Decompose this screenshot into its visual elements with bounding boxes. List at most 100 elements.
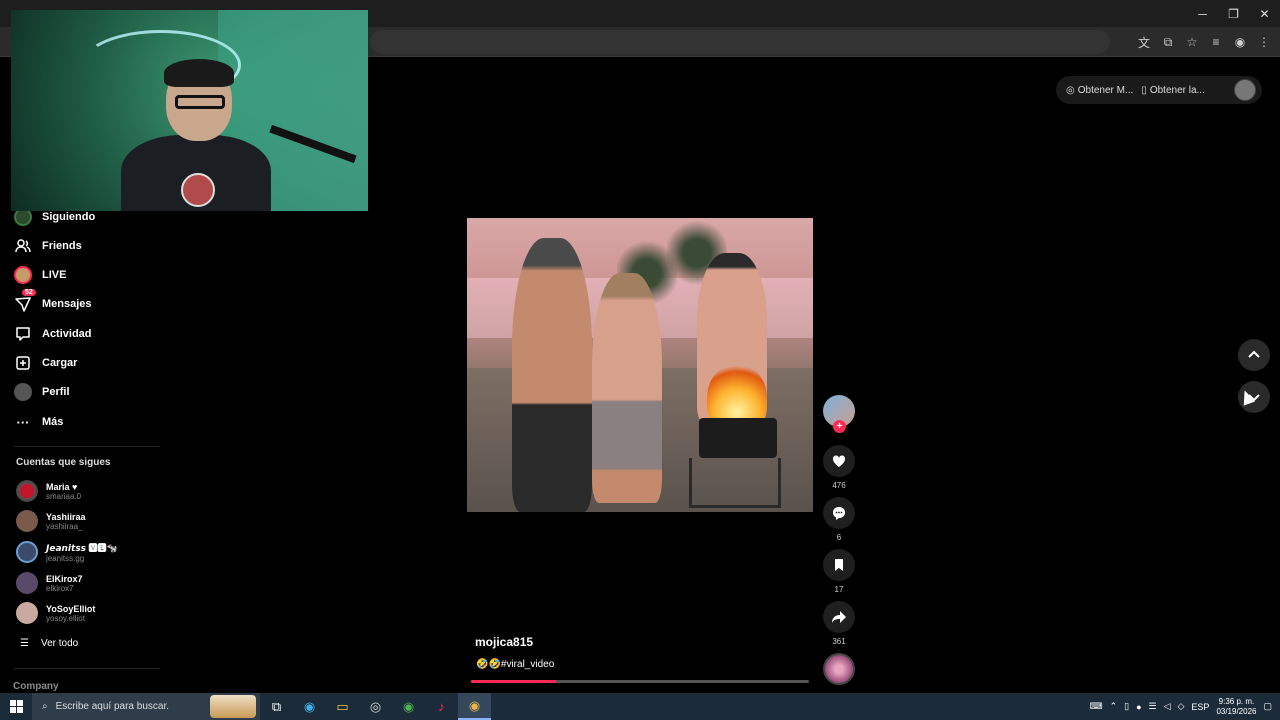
account-name: Maria ♥ [46, 481, 78, 492]
account-item[interactable]: 𝙅𝙚𝙖𝙣𝙞𝙩𝙨𝙨 🆅🅴🐄 jeanitss.gg [16, 541, 118, 563]
account-avatar [16, 602, 38, 624]
account-item[interactable]: Maria ♥ smariaa.0 [16, 480, 81, 502]
browser-menu-icon[interactable]: ⋮ [1254, 32, 1274, 52]
share-arrow-icon [832, 611, 846, 623]
save-button[interactable] [823, 549, 855, 581]
account-avatar [16, 480, 38, 502]
system-tray: ⌨ ⌃ ▯ ● ☰ ◁ ◇ ESP 9:36 p. m. 03/19/2026 … [1090, 693, 1280, 720]
upload-icon [14, 354, 32, 372]
sidebar-item-perfil[interactable]: Perfil [14, 381, 70, 403]
account-name: 𝙅𝙚𝙖𝙣𝙞𝙩𝙨𝙨 🆅🅴🐄 [46, 543, 118, 553]
video-progress-fill [471, 680, 556, 683]
taskbar-search[interactable]: ⌕ Escribe aquí para buscar. [32, 693, 260, 720]
like-button[interactable] [823, 445, 855, 477]
chrome-icon[interactable]: ◉ [392, 693, 425, 720]
like-count: 476 [832, 481, 846, 490]
video-grill [699, 418, 777, 458]
window-controls: ─ ❐ ✕ [1187, 0, 1280, 27]
action-center-icon[interactable]: ▢ [1263, 701, 1272, 712]
get-coins-button[interactable]: ◎ Obtener M... [1066, 85, 1133, 96]
network-device-icon[interactable]: ▯ [1124, 701, 1129, 712]
clock[interactable]: 9:36 p. m. 03/19/2026 [1216, 697, 1256, 717]
activity-icon [14, 325, 32, 343]
sidebar-item-label: Actividad [42, 328, 92, 340]
chevron-up-icon [1248, 350, 1260, 358]
follow-button[interactable]: + [833, 420, 846, 433]
phone-icon: ▯ [1141, 84, 1147, 96]
install-app-icon[interactable]: ⧉ [1158, 32, 1178, 52]
volume-icon[interactable]: ◁ [1164, 701, 1171, 712]
shirt-logo [181, 173, 215, 207]
profile-icon[interactable]: ◉ [1230, 32, 1250, 52]
language-indicator[interactable]: ESP [1191, 702, 1209, 712]
video-player[interactable] [467, 218, 813, 512]
clock-time: 9:36 p. m. [1218, 696, 1255, 706]
sidebar-divider [14, 668, 160, 669]
account-item[interactable]: Yashiiraa yashiiraa_ [16, 510, 86, 532]
notification-icon[interactable]: ◇ [1178, 701, 1185, 712]
sidebar-item-cargar[interactable]: Cargar [14, 352, 77, 374]
microphone-icon[interactable]: ● [1136, 702, 1141, 712]
restore-button[interactable]: ❐ [1218, 0, 1249, 27]
account-username: smariaa.0 [46, 491, 82, 501]
sidebar-item-actividad[interactable]: Actividad [14, 323, 92, 345]
comment-icon [833, 507, 845, 520]
previous-video-button[interactable] [1238, 339, 1270, 371]
bookmark-star-icon[interactable]: ☆ [1182, 32, 1202, 52]
sidebar-item-label: Más [42, 416, 64, 428]
music-disc[interactable] [823, 653, 855, 685]
file-explorer-icon[interactable]: ▭ [326, 693, 359, 720]
get-coins-label: Obtener M... [1077, 84, 1134, 96]
sidebar-item-label: Friends [42, 240, 82, 252]
video-person [592, 273, 662, 503]
user-avatar[interactable] [1234, 79, 1256, 101]
sidebar-item-mas[interactable]: ··· Más [14, 411, 64, 433]
account-item[interactable]: YoSoyElliot yosoy.elliot [16, 602, 95, 624]
video-caption: 🤣🤣#viral_video [476, 659, 555, 670]
account-username: yosoy.elliot [46, 613, 85, 623]
close-button[interactable]: ✕ [1249, 0, 1280, 27]
video-progress-bar[interactable] [471, 680, 809, 683]
video-author[interactable]: mojica815 [475, 635, 533, 649]
edge-icon[interactable]: ◉ [293, 693, 326, 720]
profile-avatar-icon [14, 383, 32, 401]
friends-icon [14, 237, 32, 255]
media-control-icon[interactable]: ≡ [1206, 32, 1226, 52]
search-icon: ⌕ [42, 701, 48, 712]
account-item[interactable]: ElKirox7 elkirox7 [16, 572, 83, 594]
sidebar-item-label: Cargar [42, 357, 78, 369]
keyboard-icon[interactable]: ⌨ [1090, 701, 1103, 712]
comment-button[interactable] [823, 497, 855, 529]
tiktok-icon[interactable]: ♪ [425, 693, 458, 720]
live-avatar-icon [14, 266, 32, 284]
obs-icon[interactable]: ◎ [359, 693, 392, 720]
list-icon: ☰ [20, 638, 29, 649]
wifi-icon[interactable]: ☰ [1149, 701, 1157, 712]
tray-expand-icon[interactable]: ⌃ [1110, 701, 1118, 712]
sidebar-item-mensajes[interactable]: 52 Mensajes [14, 289, 92, 315]
start-button[interactable] [0, 693, 32, 720]
account-username: jeanitss.gg [46, 554, 85, 563]
see-all-label: Ver todo [40, 638, 79, 649]
address-bar[interactable] [370, 30, 1110, 54]
sidebar-item-label: Perfil [42, 386, 70, 398]
share-button[interactable] [823, 601, 855, 633]
account-username: yashiiraa_ [46, 521, 83, 531]
clock-date: 03/19/2026 [1216, 706, 1257, 716]
chrome-active-icon[interactable]: ◉ [458, 693, 491, 720]
sidebar-item-friends[interactable]: Friends [14, 235, 82, 257]
sidebar-item-label: Mensajes [42, 298, 92, 310]
see-all-button[interactable]: ☰ Ver todo [20, 638, 78, 649]
save-count: 17 [834, 585, 844, 594]
translate-icon[interactable]: 文 [1134, 32, 1154, 52]
windows-taskbar: ⌕ Escribe aquí para buscar. ⧉ ◉ ▭ ◎ ◉ ♪ … [0, 693, 1280, 720]
heart-icon [832, 455, 846, 467]
company-link[interactable]: Company [13, 681, 59, 692]
minimize-button[interactable]: ─ [1187, 0, 1218, 27]
get-app-button[interactable]: ▯ Obtener la... [1141, 85, 1205, 96]
toolbar-icons: 文 ⧉ ☆ ≡ ◉ ⋮ [1134, 32, 1274, 52]
sidebar-item-live[interactable]: LIVE [14, 264, 66, 286]
account-name: ElKirox7 [46, 573, 83, 584]
task-view-icon[interactable]: ⧉ [260, 693, 293, 720]
tiktok-topbar: ◎ Obtener M... ▯ Obtener la... [1056, 76, 1262, 104]
